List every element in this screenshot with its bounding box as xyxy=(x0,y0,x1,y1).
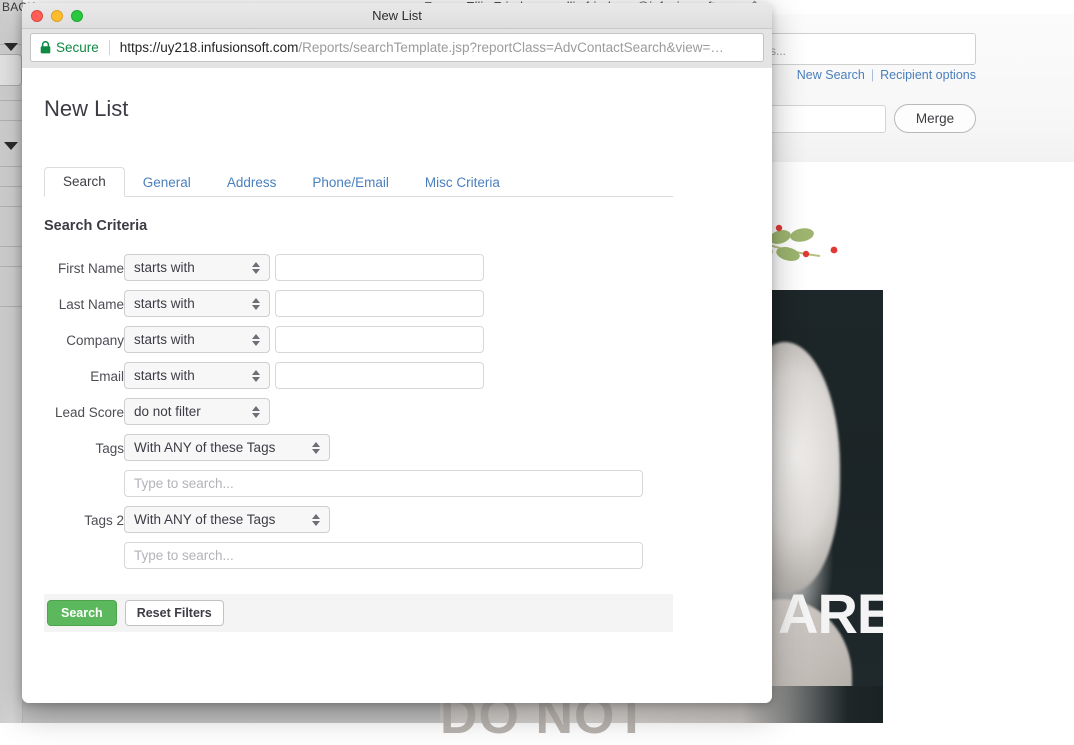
hero-headline: ARE xyxy=(778,582,883,645)
new-search-link[interactable]: New Search xyxy=(797,68,865,82)
last-name-operator-value: starts with xyxy=(134,296,195,311)
url-host: https://uy218.infusionsoft.com xyxy=(119,40,299,55)
security-chip[interactable]: Secure xyxy=(40,40,110,55)
first-name-label: First Name xyxy=(57,261,124,276)
hero-hair xyxy=(772,342,840,592)
field-row-company: Company starts with xyxy=(22,326,772,362)
section-title: Search Criteria xyxy=(44,218,148,234)
select-arrows-icon xyxy=(312,513,320,526)
last-name-input[interactable] xyxy=(275,290,484,317)
tab-phone-email[interactable]: Phone/Email xyxy=(294,169,407,197)
company-operator-select[interactable]: starts with xyxy=(124,326,270,353)
field-row-tags2-search xyxy=(22,542,772,578)
lead-score-select[interactable]: do not filter xyxy=(124,398,270,425)
email-input[interactable] xyxy=(275,362,484,389)
field-row-tags: Tags With ANY of these Tags xyxy=(22,434,772,470)
search-button[interactable]: Search xyxy=(47,600,117,626)
field-row-tags2: Tags 2 With ANY of these Tags xyxy=(22,506,772,542)
lead-score-value: do not filter xyxy=(134,404,201,419)
tags2-operator-select[interactable]: With ANY of these Tags xyxy=(124,506,330,533)
tab-address[interactable]: Address xyxy=(209,169,295,197)
tags-operator-select[interactable]: With ANY of these Tags xyxy=(124,434,330,461)
tab-general[interactable]: General xyxy=(125,169,209,197)
security-label: Secure xyxy=(56,40,99,55)
traffic-lights xyxy=(31,9,83,22)
chevron-down-icon[interactable] xyxy=(4,142,18,150)
email-operator-select[interactable]: starts with xyxy=(124,362,270,389)
lock-icon xyxy=(40,41,51,54)
field-row-email: Email starts with xyxy=(22,362,772,398)
url-path: /Reports/searchTemplate.jsp?reportClass=… xyxy=(298,40,724,55)
tags2-label: Tags 2 xyxy=(84,513,124,528)
select-arrows-icon xyxy=(312,441,320,454)
url-text: https://uy218.infusionsoft.com/Reports/s… xyxy=(120,40,754,55)
select-arrows-icon xyxy=(252,261,260,274)
select-arrows-icon xyxy=(252,333,260,346)
page-title: New List xyxy=(44,96,129,121)
field-row-lead-score: Lead Score do not filter xyxy=(22,398,772,434)
company-input[interactable] xyxy=(275,326,484,353)
first-name-operator-value: starts with xyxy=(134,260,195,275)
window-title: New List xyxy=(372,8,422,23)
background-search-placeholder: s... xyxy=(770,44,787,58)
first-name-input[interactable] xyxy=(275,254,484,281)
window-content: New List Search General Address Phone/Em… xyxy=(22,68,772,703)
field-row-tags-search xyxy=(22,470,772,506)
last-name-label: Last Name xyxy=(58,297,124,312)
field-row-last-name: Last Name starts with xyxy=(22,290,772,326)
field-row-first-name: First Name starts with xyxy=(22,254,772,290)
select-arrows-icon xyxy=(252,297,260,310)
tab-search[interactable]: Search xyxy=(44,167,125,197)
tags-search-input[interactable] xyxy=(124,470,643,497)
tab-misc-criteria[interactable]: Misc Criteria xyxy=(407,169,518,197)
tags2-search-input[interactable] xyxy=(124,542,643,569)
background-bottom-strip xyxy=(22,700,440,723)
address-bar[interactable]: Secure https://uy218.infusionsoft.com/Re… xyxy=(30,33,764,62)
tags2-operator-value: With ANY of these Tags xyxy=(134,512,276,527)
email-operator-value: starts with xyxy=(134,368,195,383)
select-arrows-icon xyxy=(252,369,260,382)
chevron-down-icon[interactable] xyxy=(4,43,18,51)
link-separator: | xyxy=(870,68,875,82)
background-left-rail xyxy=(0,0,23,723)
reset-filters-button[interactable]: Reset Filters xyxy=(124,600,224,626)
company-label: Company xyxy=(66,333,124,348)
maximize-button[interactable] xyxy=(71,9,83,22)
company-operator-value: starts with xyxy=(134,332,195,347)
select-arrows-icon xyxy=(252,405,260,418)
background-links: New Search | Recipient options xyxy=(797,68,976,82)
holly-sprig-icon xyxy=(758,224,838,261)
lead-score-label: Lead Score xyxy=(54,405,124,420)
tags-label: Tags xyxy=(95,441,124,456)
minimize-button[interactable] xyxy=(51,9,63,22)
tags-operator-value: With ANY of these Tags xyxy=(134,440,276,455)
window-titlebar[interactable]: New List xyxy=(22,3,772,29)
close-button[interactable] xyxy=(31,9,43,22)
background-hero-photo: ARE xyxy=(772,290,883,723)
merge-button[interactable]: Merge xyxy=(894,104,976,133)
url-bar-container: Secure https://uy218.infusionsoft.com/Re… xyxy=(22,29,772,68)
first-name-operator-select[interactable]: starts with xyxy=(124,254,270,281)
browser-window: New List Secure https://uy218.infusionso… xyxy=(22,3,772,703)
search-criteria-form: First Name starts with Last Name starts … xyxy=(22,254,772,578)
action-bar: Search Reset Filters xyxy=(44,594,673,632)
recipient-options-link[interactable]: Recipient options xyxy=(880,68,976,82)
tab-bar: Search General Address Phone/Email Misc … xyxy=(44,167,673,197)
email-label: Email xyxy=(90,369,124,384)
last-name-operator-select[interactable]: starts with xyxy=(124,290,270,317)
